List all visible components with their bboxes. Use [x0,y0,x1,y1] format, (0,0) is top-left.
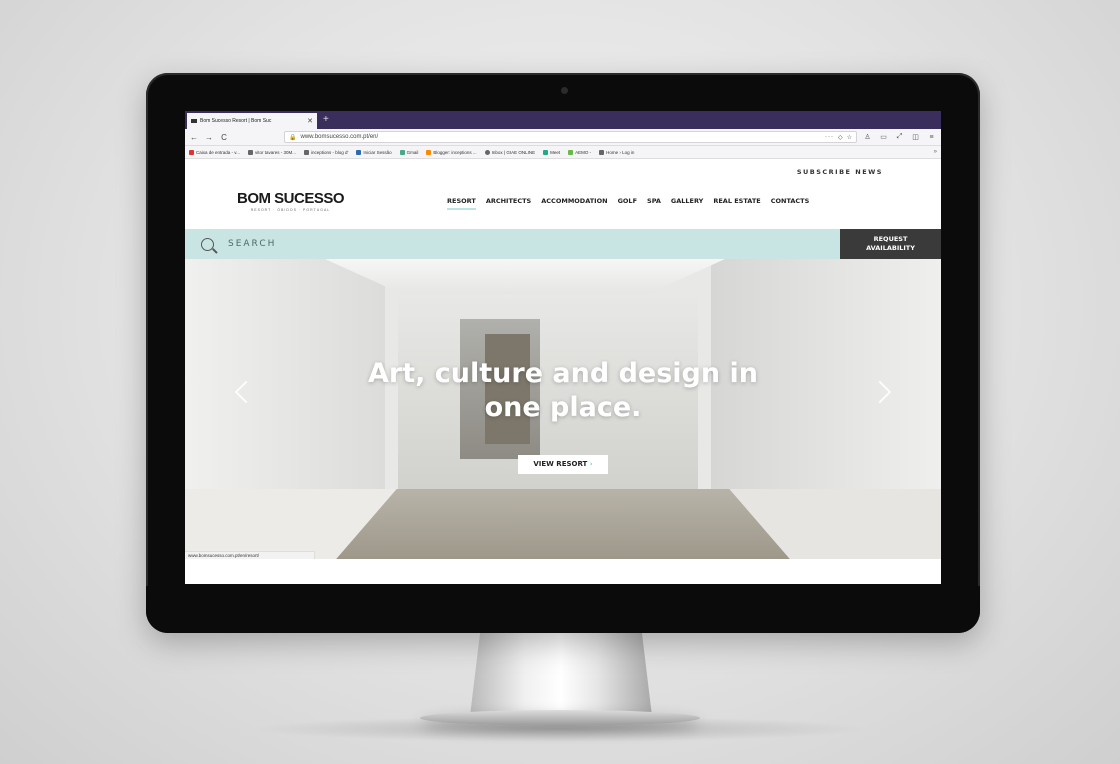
monitor-stand-neck [470,626,652,716]
search-input[interactable]: SEARCH [228,239,276,249]
bookmark-icon [399,149,405,155]
site-logo[interactable]: BOM SUCESSO RESORT · ÓBIDOS · PORTUGAL [237,190,345,212]
tab-title: Bom Sucesso Resort | Bom Suc [200,118,272,124]
bookmark-item[interactable]: Home › Log in [599,149,634,155]
browser-nav-bar: ← → C 🔒 www.bomsucesso.com.pt/en/ ··· ◇ … [185,129,941,146]
main-nav: RESORT ARCHITECTS ACCOMMODATION GOLF SPA… [447,197,810,210]
browser-tab-bar: Bom Sucesso Resort | Bom Suc ✕ + [185,111,941,129]
nav-gallery[interactable]: GALLERY [671,197,703,205]
bookmark-item[interactable]: Inbox | GIAE ONLINE [484,149,535,155]
forward-button[interactable]: → [204,133,214,142]
nav-contacts[interactable]: CONTACTS [771,197,810,205]
hero-title-line1: Art, culture and design in [368,358,758,389]
request-availability-button[interactable]: REQUEST AVAILABILITY [840,229,941,259]
view-resort-label: VIEW RESORT [533,460,588,468]
nav-golf[interactable]: GOLF [618,197,637,205]
bookmark-item[interactable]: Iniciar Sessão [356,149,392,155]
request-label-line1: REQUEST [873,235,908,243]
bookmark-item[interactable]: Caixa de entrada - v... [189,149,240,155]
subscribe-news-link[interactable]: SUBSCRIBE NEWS [797,168,883,176]
hero-title: Art, culture and design in one place. [185,357,941,425]
monitor-stand-base [420,710,700,726]
monitor-chin [146,586,980,633]
bookmark-icon [484,149,490,155]
request-label-line2: AVAILABILITY [866,244,915,252]
nav-architects[interactable]: ARCHITECTS [486,197,531,205]
bookmark-item[interactable]: vitor tavares - 30M... [247,149,296,155]
nav-resort[interactable]: RESORT [447,197,476,210]
site-header: SUBSCRIBE NEWS BOM SUCESSO RESORT · ÓBID… [185,159,941,229]
bookmarks-bar: Caixa de entrada - v... vitor tavares - … [185,146,941,159]
hero-title-line2: one place. [484,392,642,423]
bookmark-item[interactable]: AEMO - [568,149,591,155]
camera-icon [561,87,568,94]
back-button[interactable]: ← [189,133,199,142]
sidebar-icon[interactable]: ◫ [910,133,921,141]
logo-name: BOM SUCESSO [237,190,345,207]
browser-status-bar: www.bomsucesso.com.pt/en/resort/ [185,551,315,559]
chevron-right-icon: › [589,460,593,468]
monitor-screen: Bom Sucesso Resort | Bom Suc ✕ + ← → C 🔒… [185,111,941,584]
bookmarks-overflow-button[interactable]: » [934,149,937,155]
account-icon[interactable]: ♙ [862,133,873,141]
browser-tab[interactable]: Bom Sucesso Resort | Bom Suc ✕ [187,113,317,129]
lock-icon: 🔒 [289,134,297,141]
address-url[interactable]: www.bomsucesso.com.pt/en/ [300,134,821,140]
address-bar[interactable]: 🔒 www.bomsucesso.com.pt/en/ ··· ◇ ☆ [284,131,857,143]
search-icon[interactable] [201,237,214,251]
bookmark-icon [568,149,574,155]
logo-tagline: RESORT · ÓBIDOS · PORTUGAL [250,208,331,212]
bookmark-icon [303,149,309,155]
reload-button[interactable]: C [219,133,229,142]
bookmark-item[interactable]: Gmail [399,149,418,155]
bookmark-icon [356,149,362,155]
fullscreen-icon[interactable]: ⤢ [894,133,905,141]
bookmark-item[interactable]: inceptions - blog d' [303,149,348,155]
nav-accommodation[interactable]: ACCOMMODATION [541,197,607,205]
hero-slider: Art, culture and design in one place. VI… [185,259,941,559]
pocket-icon[interactable]: ◇ [838,134,843,141]
nav-spa[interactable]: SPA [647,197,661,205]
tab-close-icon[interactable]: ✕ [307,117,313,125]
search-bar: SEARCH REQUEST AVAILABILITY [185,229,941,259]
view-resort-button[interactable]: VIEW RESORT › [518,455,608,474]
bookmark-item[interactable]: Blogger: inceptions ... [426,149,477,155]
bookmark-icon [543,149,549,155]
library-icon[interactable]: ▭ [878,133,889,141]
favicon-icon [191,119,197,123]
new-tab-button[interactable]: + [317,113,335,129]
menu-icon[interactable]: ≡ [926,134,937,141]
bookmark-icon [247,149,253,155]
nav-real-estate[interactable]: REAL ESTATE [713,197,760,205]
bookmark-icon [426,149,432,155]
bookmark-icon [599,149,605,155]
hero-image-ceiling [325,259,725,299]
page-actions-menu[interactable]: ··· [825,134,834,140]
bookmark-icon [189,149,194,155]
bookmark-item[interactable]: Meet [543,149,560,155]
bookmark-star-icon[interactable]: ☆ [847,134,852,141]
